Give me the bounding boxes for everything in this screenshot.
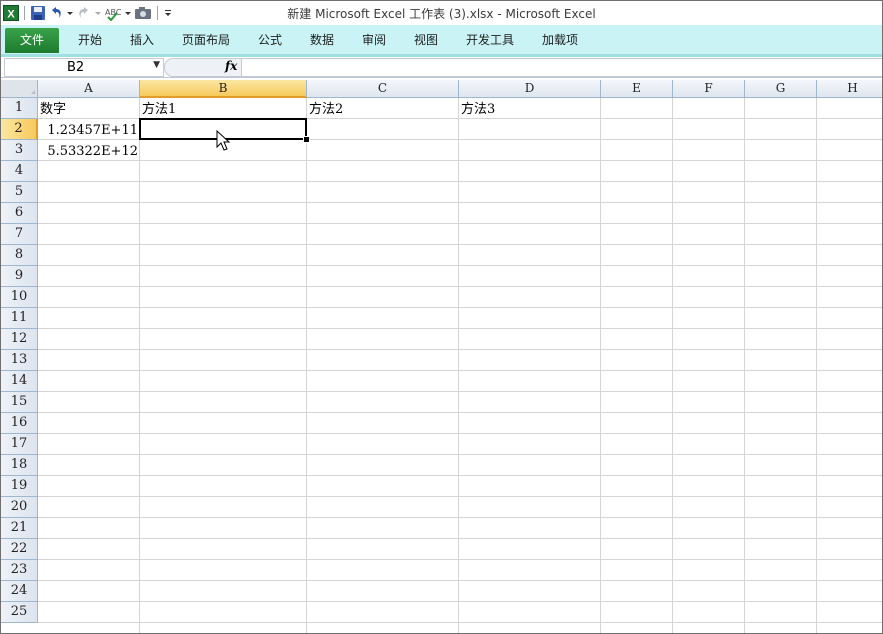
row-gridline [38, 307, 882, 308]
row-header-1[interactable]: 1 [1, 98, 38, 119]
cell-b1[interactable]: 方法1 [142, 99, 176, 120]
row-header-7[interactable]: 7 [1, 224, 38, 245]
row-header-18[interactable]: 18 [1, 455, 38, 476]
row-gridline [38, 265, 882, 266]
row-gridline [38, 496, 882, 497]
column-header-h[interactable]: H [817, 80, 882, 98]
mouse-pointer-icon [216, 130, 231, 151]
tab-developer[interactable]: 开发工具 [460, 30, 520, 50]
cell-a1[interactable]: 数字 [40, 99, 66, 120]
row-gridline [38, 538, 882, 539]
formula-bar: B2 ▼ fx [1, 57, 882, 78]
excel-window: X ABC 新建 Microsoft Excel 工作表 (3).xlsx - … [0, 0, 883, 634]
row-gridline [38, 223, 882, 224]
row-gridline [38, 181, 882, 182]
row-gridline [38, 559, 882, 560]
row-gridline [38, 412, 882, 413]
tab-add-ins[interactable]: 加载项 [535, 30, 585, 50]
row-header-6[interactable]: 6 [1, 203, 38, 224]
row-gridline [38, 475, 882, 476]
row-gridline [38, 286, 882, 287]
tab-data[interactable]: 数据 [303, 30, 341, 50]
column-header-a[interactable]: A [38, 80, 140, 98]
row-header-14[interactable]: 14 [1, 371, 38, 392]
row-gridline [38, 370, 882, 371]
formula-controls: fx [164, 58, 242, 77]
row-gridline [38, 517, 882, 518]
row-gridline [38, 244, 882, 245]
worksheet-grid: A B C D E F G H 1 2 3 4 5 6 7 8 9 10 11 12 13 14 15 16 1… [1, 80, 882, 633]
cell-c1[interactable]: 方法2 [309, 99, 343, 120]
column-header-g[interactable]: G [745, 80, 817, 98]
row-gridline [38, 202, 882, 203]
formula-input[interactable] [241, 58, 882, 77]
column-header-d[interactable]: D [459, 80, 601, 98]
row-header-4[interactable]: 4 [1, 161, 38, 182]
column-header-f[interactable]: F [673, 80, 745, 98]
row-header-2[interactable]: 2 [1, 119, 38, 140]
tab-page-layout[interactable]: 页面布局 [177, 30, 235, 50]
column-gridline [744, 98, 745, 633]
row-header-5[interactable]: 5 [1, 182, 38, 203]
row-header-23[interactable]: 23 [1, 560, 38, 581]
tab-home[interactable]: 开始 [71, 30, 109, 50]
row-gridline [38, 328, 882, 329]
row-gridline [38, 349, 882, 350]
cell-d1[interactable]: 方法3 [461, 99, 495, 120]
row-header-17[interactable]: 17 [1, 434, 38, 455]
row-gridline [38, 580, 882, 581]
tab-view[interactable]: 视图 [407, 30, 445, 50]
row-header-12[interactable]: 12 [1, 329, 38, 350]
row-header-11[interactable]: 11 [1, 308, 38, 329]
column-header-b[interactable]: B [140, 80, 307, 98]
row-header-25[interactable]: 25 [1, 602, 38, 623]
row-gridline [38, 160, 882, 161]
column-gridline [816, 98, 817, 633]
column-gridline [306, 98, 307, 633]
row-header-24[interactable]: 24 [1, 581, 38, 602]
row-gridline [38, 622, 882, 623]
tab-insert[interactable]: 插入 [123, 30, 161, 50]
row-header-10[interactable]: 10 [1, 287, 38, 308]
column-gridline [139, 98, 140, 633]
tab-formulas[interactable]: 公式 [251, 30, 289, 50]
column-gridline [672, 98, 673, 633]
window-title: 新建 Microsoft Excel 工作表 (3).xlsx - Micros… [287, 7, 596, 21]
name-box[interactable]: B2 ▼ [4, 58, 164, 77]
row-header-21[interactable]: 21 [1, 518, 38, 539]
column-header-e[interactable]: E [601, 80, 673, 98]
row-header-9[interactable]: 9 [1, 266, 38, 287]
column-gridline [458, 98, 459, 633]
title-bar: X ABC 新建 Microsoft Excel 工作表 (3).xlsx - … [1, 1, 882, 25]
name-box-value: B2 [67, 60, 85, 75]
row-header-19[interactable]: 19 [1, 476, 38, 497]
ribbon-tab-bar: 文件 开始 插入 页面布局 公式 数据 审阅 视图 开发工具 加载项 [1, 25, 882, 57]
row-header-16[interactable]: 16 [1, 413, 38, 434]
select-all-button[interactable] [1, 80, 38, 98]
column-gridline [600, 98, 601, 633]
cell-a3[interactable]: 5.53322E+12 [38, 141, 140, 162]
row-header-15[interactable]: 15 [1, 392, 38, 413]
row-header-20[interactable]: 20 [1, 497, 38, 518]
row-gridline [38, 391, 882, 392]
insert-function-icon[interactable]: fx [225, 59, 237, 73]
chevron-down-icon[interactable]: ▼ [153, 60, 160, 70]
row-header-13[interactable]: 13 [1, 350, 38, 371]
row-gridline [38, 433, 882, 434]
row-header-8[interactable]: 8 [1, 245, 38, 266]
tab-review[interactable]: 审阅 [355, 30, 393, 50]
fill-handle[interactable] [303, 136, 310, 143]
cell-a2[interactable]: 1.23457E+11 [38, 120, 140, 141]
tab-file[interactable]: 文件 [5, 28, 59, 53]
row-gridline [38, 601, 882, 602]
column-header-c[interactable]: C [307, 80, 459, 98]
row-header-22[interactable]: 22 [1, 539, 38, 560]
row-gridline [38, 454, 882, 455]
row-header-3[interactable]: 3 [1, 140, 38, 161]
